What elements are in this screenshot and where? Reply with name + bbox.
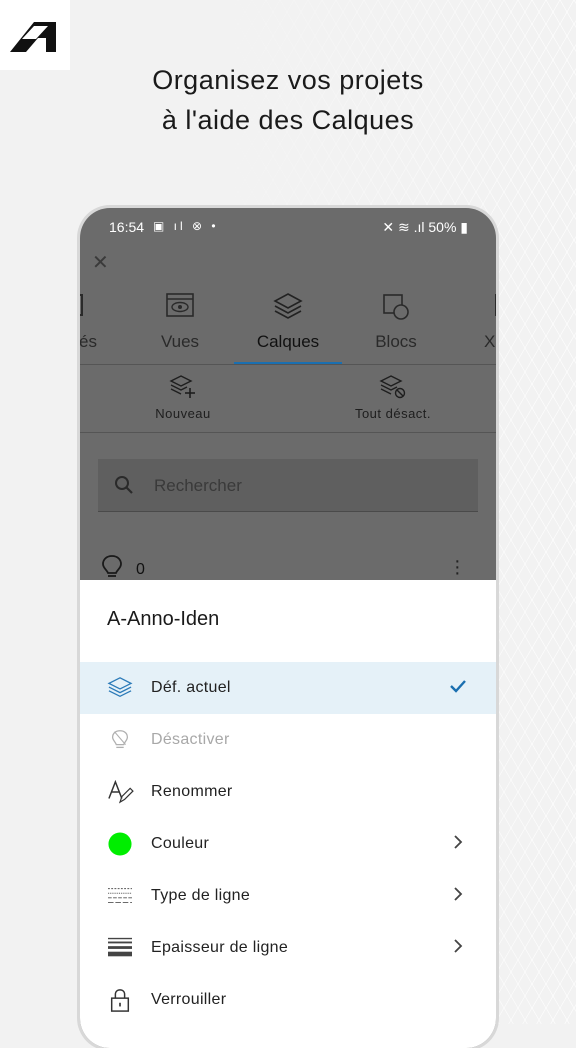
option-linetype[interactable]: Type de ligne xyxy=(80,870,496,922)
tab-blocks[interactable]: Blocs xyxy=(356,288,436,364)
linetype-icon xyxy=(108,888,132,903)
tab-label: Blocs xyxy=(375,332,417,351)
layers-off-icon xyxy=(379,375,406,399)
layers-icon xyxy=(107,677,133,698)
status-time: 16:54 xyxy=(109,219,145,235)
eye-icon xyxy=(166,293,194,317)
battery-icon: ▮ xyxy=(456,219,468,235)
all-off-button[interactable]: Tout désact. xyxy=(338,374,448,421)
rename-icon xyxy=(108,780,134,804)
tab-layers[interactable]: Calques xyxy=(234,288,342,364)
more-options-icon[interactable]: · · · xyxy=(454,551,461,583)
option-label: Désactiver xyxy=(151,731,230,748)
option-label: Verrouiller xyxy=(151,991,227,1008)
tab-label: X xyxy=(484,332,496,351)
headline: Organisez vos projets à l'aide des Calqu… xyxy=(0,60,576,140)
battery-level: 50% xyxy=(428,219,457,235)
option-turn-off[interactable]: Désactiver xyxy=(80,714,496,766)
all-off-label: Tout désact. xyxy=(354,406,432,421)
new-layer-button[interactable]: Nouveau xyxy=(138,374,228,421)
option-lock[interactable]: Verrouiller xyxy=(80,974,496,1026)
divider xyxy=(80,364,496,365)
sheet-title: A-Anno-Iden xyxy=(107,608,220,630)
option-rename[interactable]: Renommer xyxy=(80,766,496,818)
option-label: Déf. actuel xyxy=(151,679,231,696)
signal-icons: ✕ ≋ .ıl xyxy=(382,219,429,235)
tab-bar: és Vues Calques Blocs X xyxy=(80,288,496,365)
close-icon[interactable]: ✕ xyxy=(92,250,112,274)
search-icon xyxy=(115,476,133,494)
layers-icon xyxy=(273,293,303,319)
phone-frame: 16:54 ▣ ıl ⊗ • ✕ ≋ .ıl 50% ▮ ✕ és Vues C… xyxy=(80,208,496,1048)
chevron-right-icon xyxy=(454,887,463,901)
notification-icons: ▣ ıl ⊗ • xyxy=(153,219,219,233)
lineweight-icon xyxy=(108,937,132,957)
search-placeholder: Rechercher xyxy=(154,476,242,495)
color-swatch-icon xyxy=(108,832,132,856)
option-label: Couleur xyxy=(151,835,210,852)
layer-options-sheet: A-Anno-Iden Déf. actuel Désactiver Renom… xyxy=(80,580,496,1048)
headline-line-1: Organisez vos projets xyxy=(152,65,424,95)
tab-views[interactable]: Vues xyxy=(140,288,220,364)
option-color[interactable]: Couleur xyxy=(80,818,496,870)
divider xyxy=(80,432,496,433)
option-label: Renommer xyxy=(151,783,233,800)
option-label: Type de ligne xyxy=(151,887,251,904)
bulb-icon[interactable] xyxy=(102,554,122,580)
xref-icon xyxy=(495,294,496,316)
layer-name: 0 xyxy=(136,561,145,578)
headline-line-2: à l'aide des Calques xyxy=(161,105,415,135)
checkmark-icon xyxy=(450,680,466,693)
search-field[interactable]: Rechercher xyxy=(98,459,478,512)
new-layer-icon xyxy=(169,375,195,398)
tab-partial-left[interactable]: és xyxy=(80,288,108,364)
lock-icon xyxy=(110,989,130,1012)
tab-label: Calques xyxy=(256,332,320,351)
option-lineweight[interactable]: Epaisseur de ligne xyxy=(80,922,496,974)
tab-partial-icon xyxy=(80,294,83,316)
tab-label: és xyxy=(80,332,97,351)
new-layer-label: Nouveau xyxy=(155,406,211,421)
bulb-off-icon xyxy=(111,730,129,749)
status-right: ✕ ≋ .ıl 50% ▮ xyxy=(382,219,468,236)
tab-partial-right[interactable]: X xyxy=(478,288,496,364)
option-label: Epaisseur de ligne xyxy=(151,939,289,956)
chevron-right-icon xyxy=(454,939,463,953)
blocks-icon xyxy=(383,294,409,320)
layer-row[interactable]: 0 · · · xyxy=(80,528,496,583)
option-set-current[interactable]: Déf. actuel xyxy=(80,662,496,714)
tab-label: Vues xyxy=(160,332,200,351)
status-bar: 16:54 ▣ ıl ⊗ • ✕ ≋ .ıl 50% ▮ xyxy=(80,208,496,246)
chevron-right-icon xyxy=(454,835,463,849)
